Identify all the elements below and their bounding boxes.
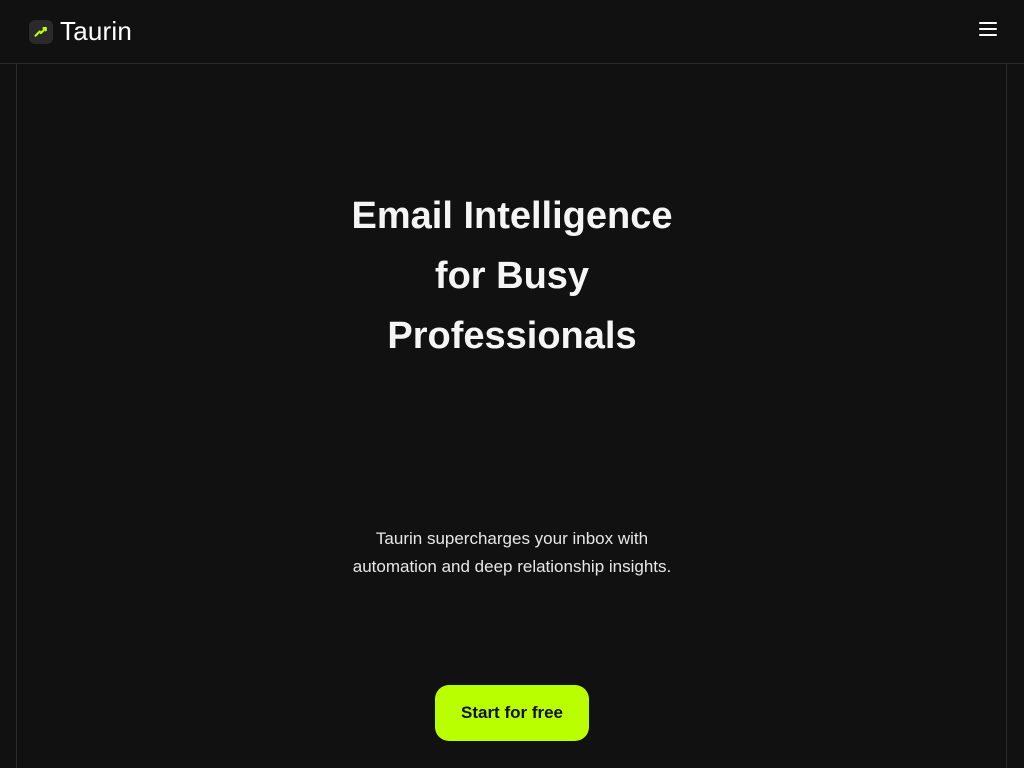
brand-link[interactable]: Taurin (29, 0, 132, 64)
hero-title-line-1: Email Intelligence (351, 195, 673, 237)
menu-button[interactable] (968, 12, 1008, 52)
hero-subtitle: Taurin supercharges your inbox with auto… (0, 525, 1024, 581)
hero-title: Email Intelligence for Busy Professional… (0, 186, 1024, 366)
hamburger-menu-icon (978, 21, 998, 42)
landing-page: Taurin Email Intelligence for Busy Profe… (0, 0, 1024, 768)
hero-subtitle-line-1: Taurin supercharges your inbox with (375, 529, 649, 548)
top-navbar: Taurin (0, 0, 1024, 64)
content-frame (16, 64, 1007, 768)
brand-name: Taurin (60, 15, 133, 46)
hero-subtitle-line-2: automation and deep relationship insight… (352, 557, 672, 576)
hero-title-line-3: Professionals (387, 315, 637, 357)
hero-title-line-2: for Busy (434, 255, 590, 297)
lightning-bolt-icon (29, 19, 53, 44)
start-for-free-button[interactable]: Start for free (435, 685, 589, 741)
